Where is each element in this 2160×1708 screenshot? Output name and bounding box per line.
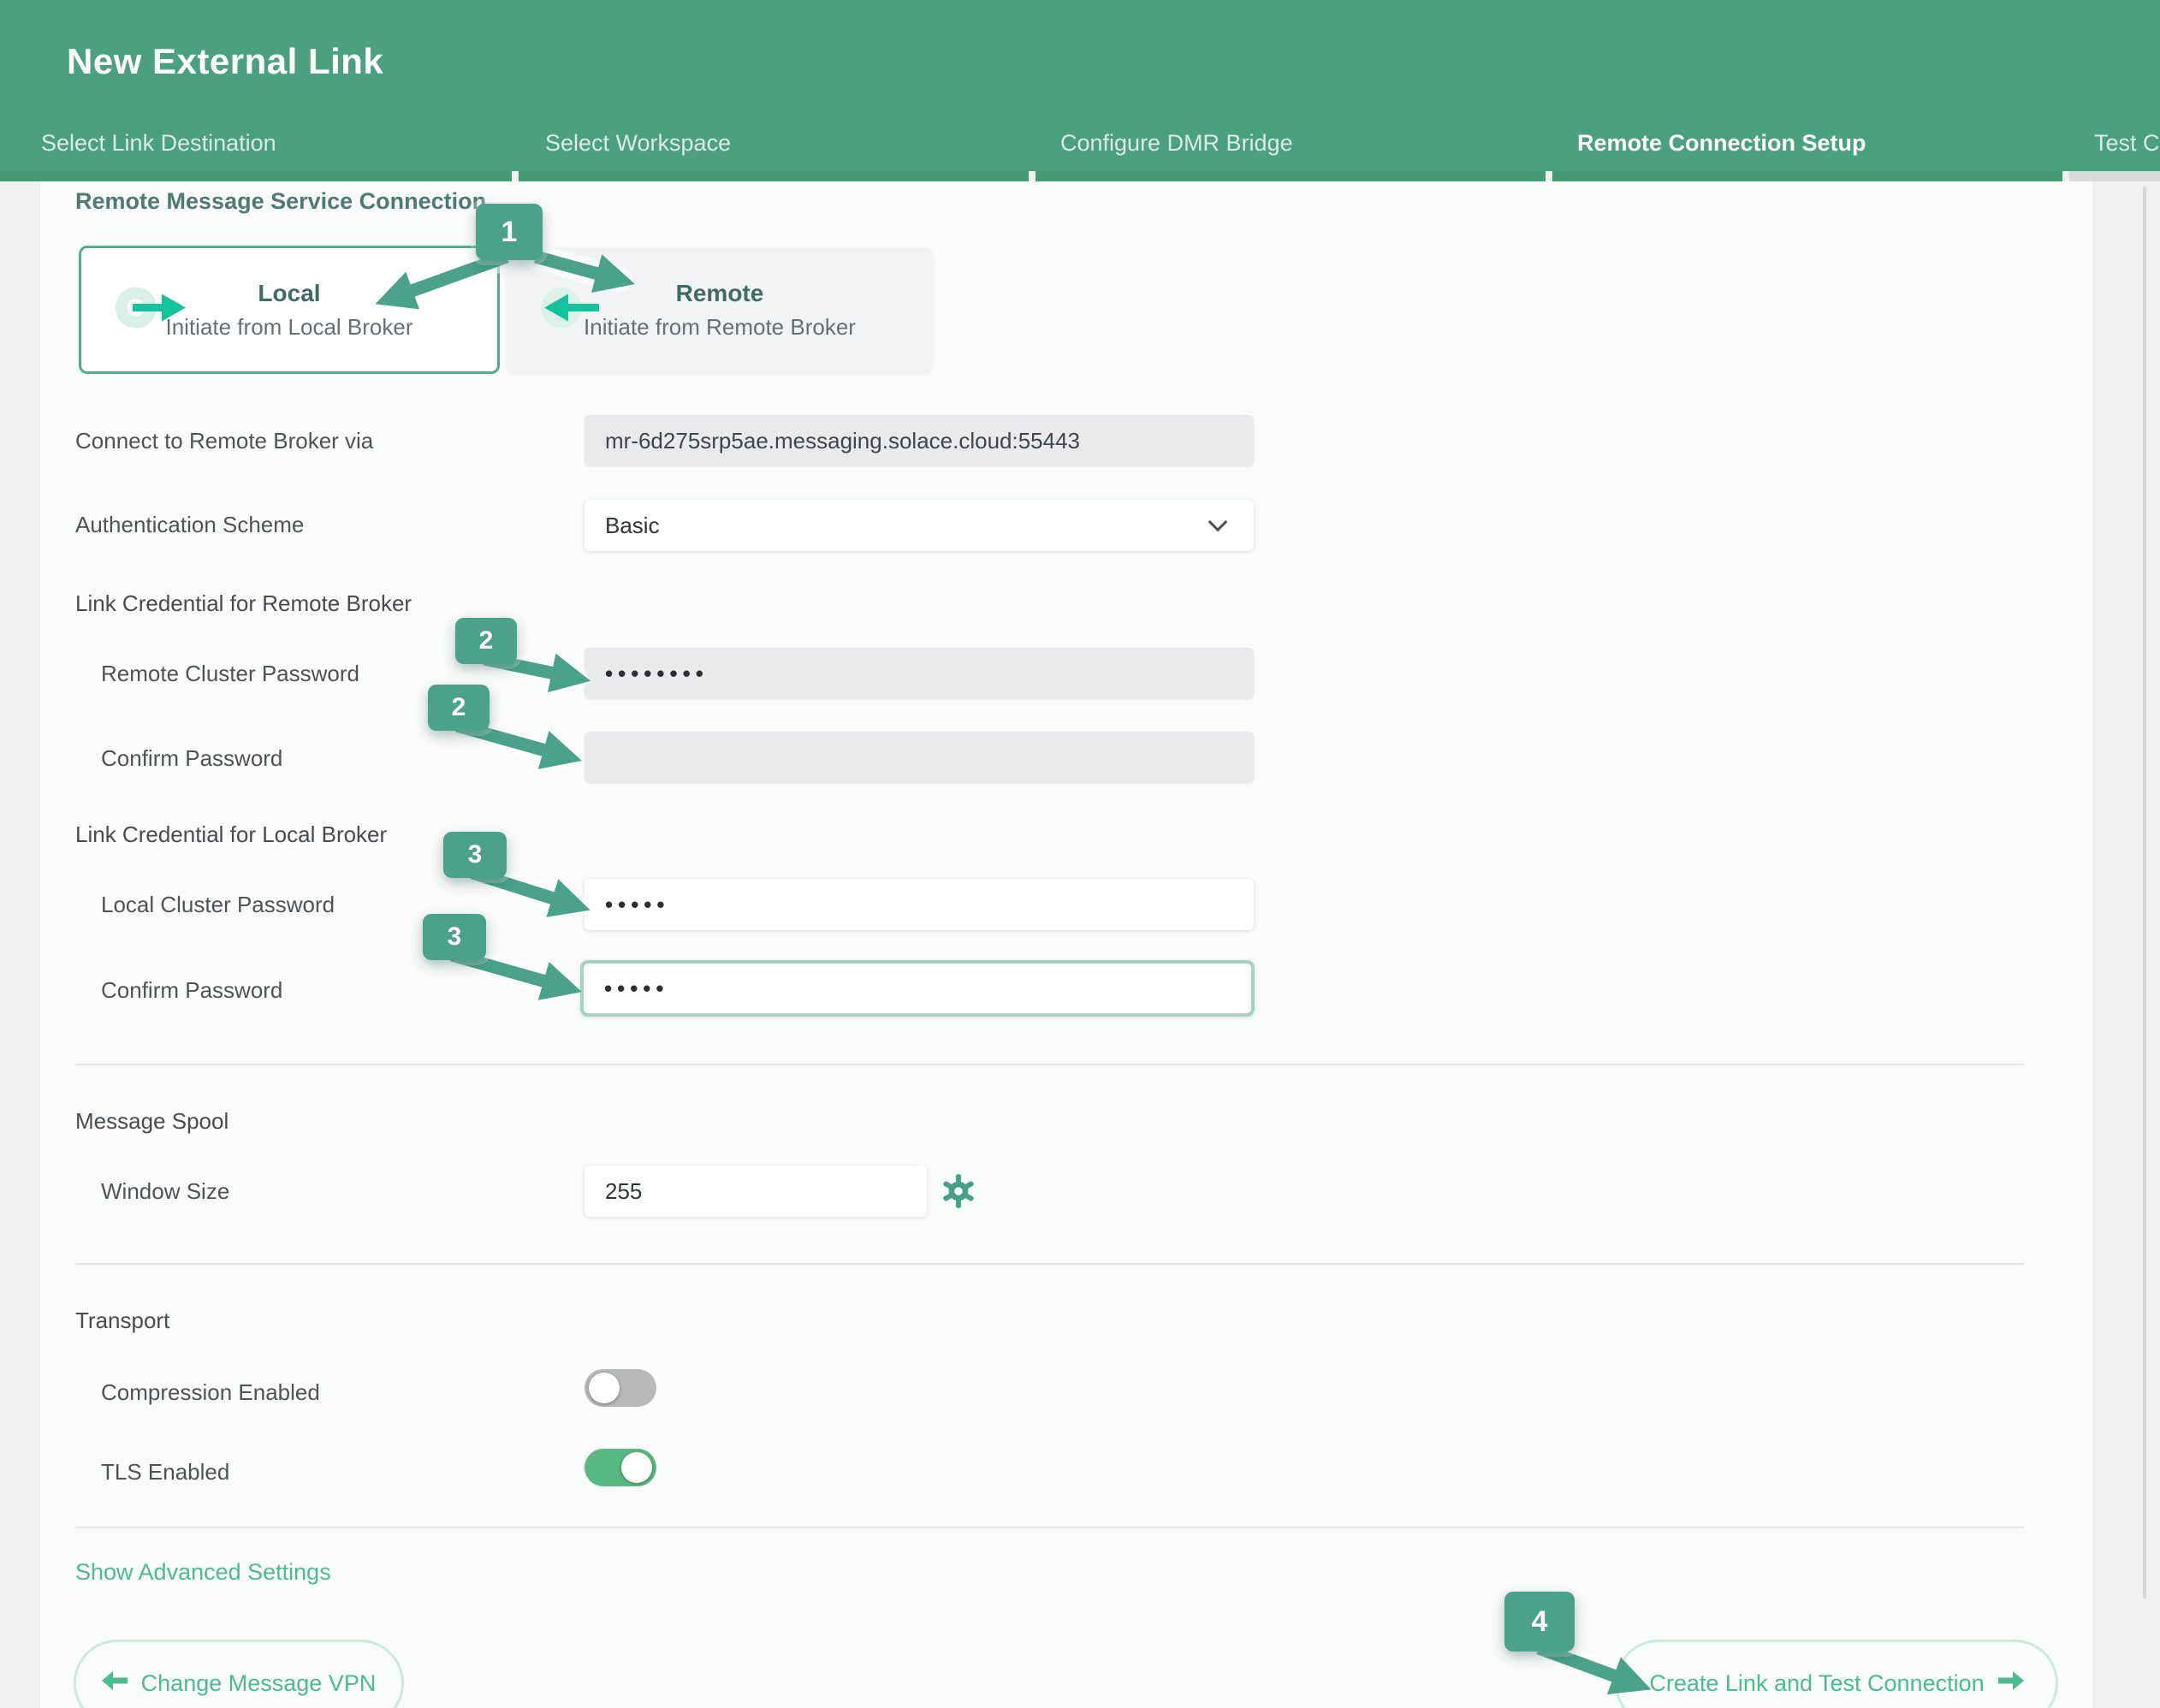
tab-select-workspace[interactable]: Select Workspace — [545, 130, 731, 157]
arrow-left-circle-icon — [539, 282, 616, 338]
local-cluster-password-label: Local Cluster Password — [101, 892, 335, 918]
tab-remote-connection-setup[interactable]: Remote Connection Setup — [1577, 130, 1866, 157]
local-confirm-password-input[interactable] — [580, 960, 1255, 1017]
window-size-label: Window Size — [101, 1178, 229, 1205]
remote-cluster-password-input[interactable] — [585, 648, 1254, 699]
step-indicator-3 — [1035, 171, 1546, 181]
compression-toggle[interactable] — [585, 1369, 656, 1407]
change-message-vpn-button[interactable]: Change Message VPN — [74, 1640, 404, 1708]
auth-scheme-label: Authentication Scheme — [75, 512, 304, 538]
card-remote-broker[interactable]: Remote Initiate from Remote Broker — [507, 247, 933, 372]
compression-enabled-label: Compression Enabled — [101, 1379, 320, 1406]
auth-scheme-select[interactable]: Basic — [585, 500, 1254, 551]
create-link-test-connection-button[interactable]: Create Link and Test Connection — [1615, 1640, 2058, 1708]
auth-scheme-value: Basic — [605, 513, 660, 539]
step-indicator-1 — [0, 171, 512, 181]
change-message-vpn-label: Change Message VPN — [141, 1670, 377, 1697]
chevron-down-icon — [1208, 513, 1228, 532]
arrow-right-circle-icon — [114, 282, 191, 338]
toggle-knob — [621, 1452, 652, 1483]
remote-confirm-password-label: Confirm Password — [101, 745, 282, 772]
tls-enabled-label: TLS Enabled — [101, 1459, 229, 1486]
window-size-input[interactable] — [585, 1165, 927, 1217]
section-heading: Remote Message Service Connection — [75, 188, 486, 215]
gear-icon[interactable] — [940, 1172, 977, 1214]
card-remote-title: Remote — [676, 280, 764, 307]
transport-heading: Transport — [75, 1308, 169, 1334]
tab-test-connection[interactable]: Test Connection — [2094, 130, 2160, 157]
arrow-left-icon — [102, 1670, 128, 1697]
card-local-broker[interactable]: Local Initiate from Local Broker — [79, 246, 500, 374]
remote-confirm-password-input[interactable] — [585, 732, 1254, 783]
local-credential-heading: Link Credential for Local Broker — [75, 821, 387, 848]
arrow-right-icon — [1998, 1670, 2024, 1697]
wizard-header: New External Link Select Link Destinatio… — [0, 0, 2160, 171]
tls-toggle[interactable] — [585, 1449, 656, 1486]
connect-via-label: Connect to Remote Broker via — [75, 428, 373, 454]
message-spool-heading: Message Spool — [75, 1108, 228, 1135]
step-indicator-4 — [1552, 171, 2062, 181]
divider — [75, 1527, 2024, 1528]
local-confirm-password-label: Confirm Password — [101, 977, 282, 1004]
divider — [75, 1064, 2024, 1065]
tab-configure-dmr-bridge[interactable]: Configure DMR Bridge — [1060, 130, 1293, 157]
card-local-subtitle: Initiate from Local Broker — [165, 314, 412, 341]
divider — [75, 1263, 2024, 1265]
card-local-title: Local — [258, 280, 320, 307]
page-title: New External Link — [67, 41, 383, 82]
content-panel — [39, 181, 2092, 1708]
toggle-knob — [589, 1373, 620, 1403]
step-indicator-2 — [519, 171, 1029, 181]
new-external-link-dialog: New External Link Select Link Destinatio… — [0, 0, 2160, 1708]
remote-credential-heading: Link Credential for Remote Broker — [75, 590, 412, 617]
local-cluster-password-input[interactable] — [585, 879, 1254, 930]
connect-via-input[interactable] — [585, 415, 1254, 466]
remote-cluster-password-label: Remote Cluster Password — [101, 661, 359, 687]
tab-select-link-destination[interactable]: Select Link Destination — [41, 130, 276, 157]
card-remote-subtitle: Initiate from Remote Broker — [584, 314, 856, 341]
vertical-scrollbar[interactable] — [2143, 187, 2146, 1598]
create-link-test-connection-label: Create Link and Test Connection — [1649, 1670, 1984, 1697]
step-indicator-5 — [2069, 171, 2160, 181]
show-advanced-settings-link[interactable]: Show Advanced Settings — [75, 1559, 331, 1586]
